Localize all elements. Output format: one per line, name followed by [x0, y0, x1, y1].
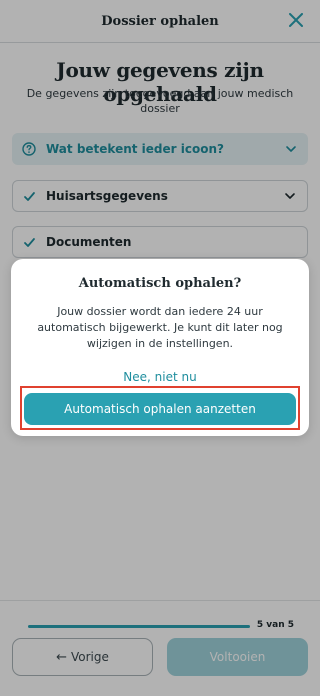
dialog-body: Jouw dossier wordt dan iedere 24 uur aut… — [37, 305, 283, 350]
enable-auto-fetch-button[interactable]: Automatisch ophalen aanzetten — [24, 393, 296, 425]
dialog-title: Automatisch ophalen? — [78, 276, 242, 291]
auto-fetch-dialog: Automatisch ophalen? Jouw dossier wordt … — [11, 259, 309, 436]
enable-auto-fetch-label: Automatisch ophalen aanzetten — [64, 402, 256, 416]
decline-link[interactable]: Nee, niet nu — [11, 370, 309, 384]
